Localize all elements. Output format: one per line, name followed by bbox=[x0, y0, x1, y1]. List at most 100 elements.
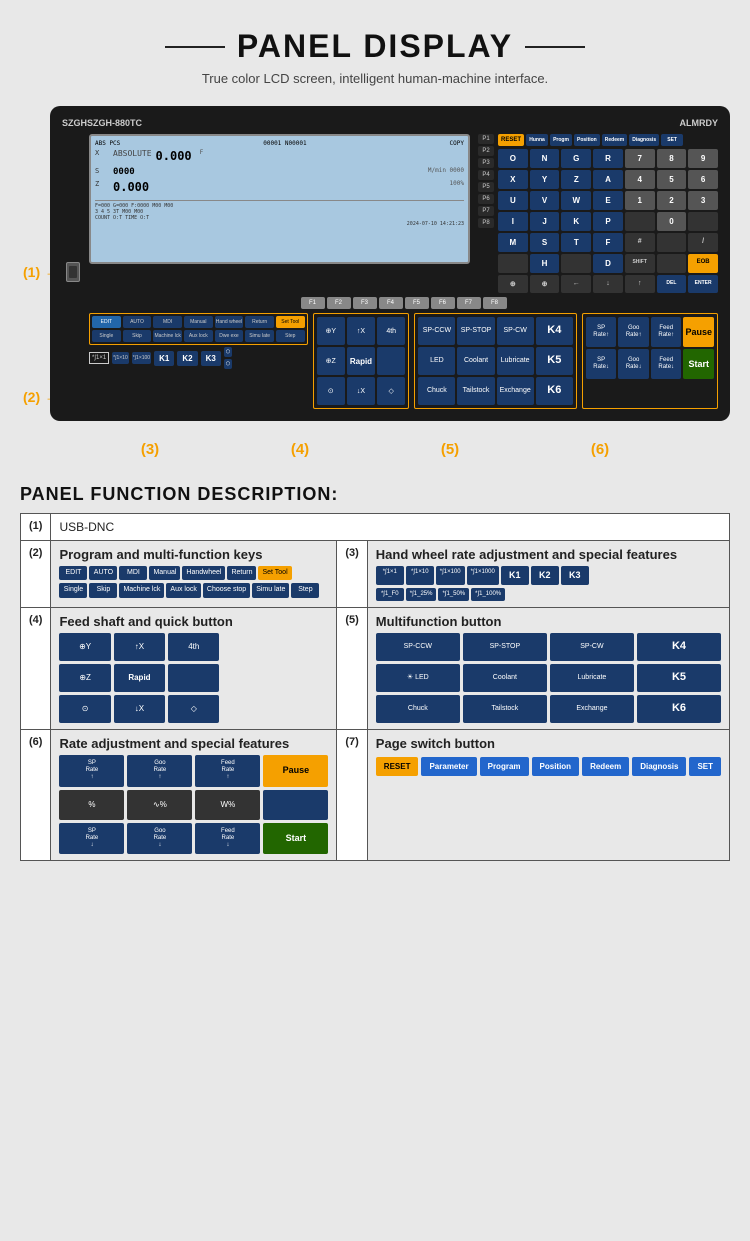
key-S[interactable]: S bbox=[530, 233, 560, 252]
position-key[interactable]: Position bbox=[574, 134, 600, 146]
lubricate-key[interactable]: Lubricate bbox=[497, 347, 534, 375]
pause-key[interactable]: Pause bbox=[683, 317, 714, 347]
step-key[interactable]: Step bbox=[276, 330, 305, 342]
feed-4th-neg[interactable]: ⊙ bbox=[317, 377, 345, 405]
set-key[interactable]: SET bbox=[661, 134, 683, 146]
key-Y[interactable]: Y bbox=[530, 170, 560, 189]
key-2[interactable]: 2 bbox=[657, 191, 687, 210]
handwheel-key[interactable]: Hand wheel bbox=[215, 316, 244, 328]
key-slash[interactable]: / bbox=[688, 233, 718, 252]
k3-key[interactable]: K3 bbox=[201, 351, 221, 366]
key-5[interactable]: 5 bbox=[657, 170, 687, 189]
key-P[interactable]: P bbox=[593, 212, 623, 231]
cursor-ur[interactable]: ⊕ bbox=[530, 275, 560, 293]
del-key[interactable]: DEL bbox=[657, 275, 687, 293]
single-key[interactable]: Single bbox=[92, 330, 121, 342]
key-X[interactable]: X bbox=[498, 170, 528, 189]
feed-x-pos[interactable]: ↑X bbox=[347, 317, 375, 345]
key-1[interactable]: 1 bbox=[625, 191, 655, 210]
sp-rate-up[interactable]: SPRate↑ bbox=[586, 317, 617, 347]
key-N[interactable]: N bbox=[530, 149, 560, 168]
redeem-key[interactable]: Redeem bbox=[602, 134, 627, 146]
reset-key[interactable]: RESET bbox=[498, 134, 524, 146]
p5-button[interactable]: P5 bbox=[478, 182, 494, 192]
key-W[interactable]: W bbox=[561, 191, 591, 210]
feed-x-neg[interactable]: ↓X bbox=[347, 377, 375, 405]
feed-rate-up[interactable]: FeedRate↑ bbox=[651, 317, 682, 347]
p3-button[interactable]: P3 bbox=[478, 158, 494, 168]
p6-button[interactable]: P6 bbox=[478, 194, 494, 204]
manual-key[interactable]: Manual bbox=[184, 316, 213, 328]
key-E[interactable]: E bbox=[593, 191, 623, 210]
tailstock-key[interactable]: Tailstock bbox=[457, 377, 494, 405]
key-F[interactable]: F bbox=[593, 233, 623, 252]
key-J[interactable]: J bbox=[530, 212, 560, 231]
goo-rate-up[interactable]: GooRate↑ bbox=[618, 317, 649, 347]
jog-1-key[interactable]: *∫1×10 bbox=[112, 352, 129, 364]
key-8[interactable]: 8 bbox=[657, 149, 687, 168]
feed-rate-down[interactable]: FeedRate↓ bbox=[651, 349, 682, 379]
f1-key[interactable]: F1 bbox=[301, 297, 325, 309]
feed-4th[interactable]: 4th bbox=[377, 317, 405, 345]
choose-stop-key[interactable]: Dwe exe bbox=[215, 330, 244, 342]
p8-button[interactable]: P8 bbox=[478, 218, 494, 228]
coolant-key[interactable]: Coolant bbox=[457, 347, 494, 375]
key-0[interactable]: 0 bbox=[657, 212, 687, 231]
key-3[interactable]: 3 bbox=[688, 191, 718, 210]
aux-lock-key[interactable]: Aux lock bbox=[184, 330, 213, 342]
mdi-key[interactable]: MDI bbox=[153, 316, 182, 328]
cursor-left[interactable]: ← bbox=[561, 275, 591, 293]
start-key[interactable]: Start bbox=[683, 349, 714, 379]
key-9[interactable]: 9 bbox=[688, 149, 718, 168]
sp-rate-down[interactable]: SPRate↓ bbox=[586, 349, 617, 379]
p1-button[interactable]: P1 bbox=[478, 134, 494, 144]
f7-key[interactable]: F7 bbox=[457, 297, 481, 309]
auto-key[interactable]: AUTO bbox=[123, 316, 152, 328]
key-A[interactable]: A bbox=[593, 170, 623, 189]
set-tool-key[interactable]: Set Tool bbox=[276, 316, 305, 328]
cursor-down[interactable]: ↓ bbox=[593, 275, 623, 293]
return-key[interactable]: Return bbox=[245, 316, 274, 328]
rapid-key[interactable]: Rapid bbox=[347, 347, 375, 375]
key-U[interactable]: U bbox=[498, 191, 528, 210]
cursor-up[interactable]: ↑ bbox=[625, 275, 655, 293]
key-O[interactable]: O bbox=[498, 149, 528, 168]
chuck-key[interactable]: Chuck bbox=[418, 377, 455, 405]
key-4[interactable]: 4 bbox=[625, 170, 655, 189]
edit-key[interactable]: EDIT bbox=[92, 316, 121, 328]
machine-lock-key[interactable]: Machine lck bbox=[153, 330, 182, 342]
f8-key[interactable]: F8 bbox=[483, 297, 507, 309]
key-H[interactable]: H bbox=[530, 254, 560, 273]
feed-z-neg[interactable]: ⊕Z bbox=[317, 347, 345, 375]
key-I[interactable]: I bbox=[498, 212, 528, 231]
key-M[interactable]: M bbox=[498, 233, 528, 252]
p7-button[interactable]: P7 bbox=[478, 206, 494, 216]
key-T[interactable]: T bbox=[561, 233, 591, 252]
program-key[interactable]: Progm bbox=[550, 134, 572, 146]
sp-stop-key[interactable]: SP-STOP bbox=[457, 317, 494, 345]
exchange-key[interactable]: Exchange bbox=[497, 377, 534, 405]
feed-y-neg[interactable]: ⊕Y bbox=[317, 317, 345, 345]
f3-key[interactable]: F3 bbox=[353, 297, 377, 309]
sp-cw-key[interactable]: SP-CW bbox=[497, 317, 534, 345]
param-key[interactable]: Hunna bbox=[526, 134, 548, 146]
key-K[interactable]: K bbox=[561, 212, 591, 231]
diagnosis-key[interactable]: Diagnosis bbox=[629, 134, 659, 146]
key-Z[interactable]: Z bbox=[561, 170, 591, 189]
k6-key[interactable]: K6 bbox=[536, 377, 573, 405]
key-7[interactable]: 7 bbox=[625, 149, 655, 168]
key-V[interactable]: V bbox=[530, 191, 560, 210]
key-6[interactable]: 6 bbox=[688, 170, 718, 189]
jog-2-key[interactable]: *∫1×100 bbox=[132, 352, 151, 364]
p2-button[interactable]: P2 bbox=[478, 146, 494, 156]
f4-key[interactable]: F4 bbox=[379, 297, 403, 309]
k2-key[interactable]: K2 bbox=[177, 351, 197, 366]
f2-key[interactable]: F2 bbox=[327, 297, 351, 309]
shift-key[interactable]: SHIFT bbox=[625, 254, 655, 273]
cursor-ul[interactable]: ⊕ bbox=[498, 275, 528, 293]
key-R[interactable]: R bbox=[593, 149, 623, 168]
f6-key[interactable]: F6 bbox=[431, 297, 455, 309]
skip-key[interactable]: Skip bbox=[123, 330, 152, 342]
eob-key[interactable]: EOB bbox=[688, 254, 718, 273]
f5-key[interactable]: F5 bbox=[405, 297, 429, 309]
